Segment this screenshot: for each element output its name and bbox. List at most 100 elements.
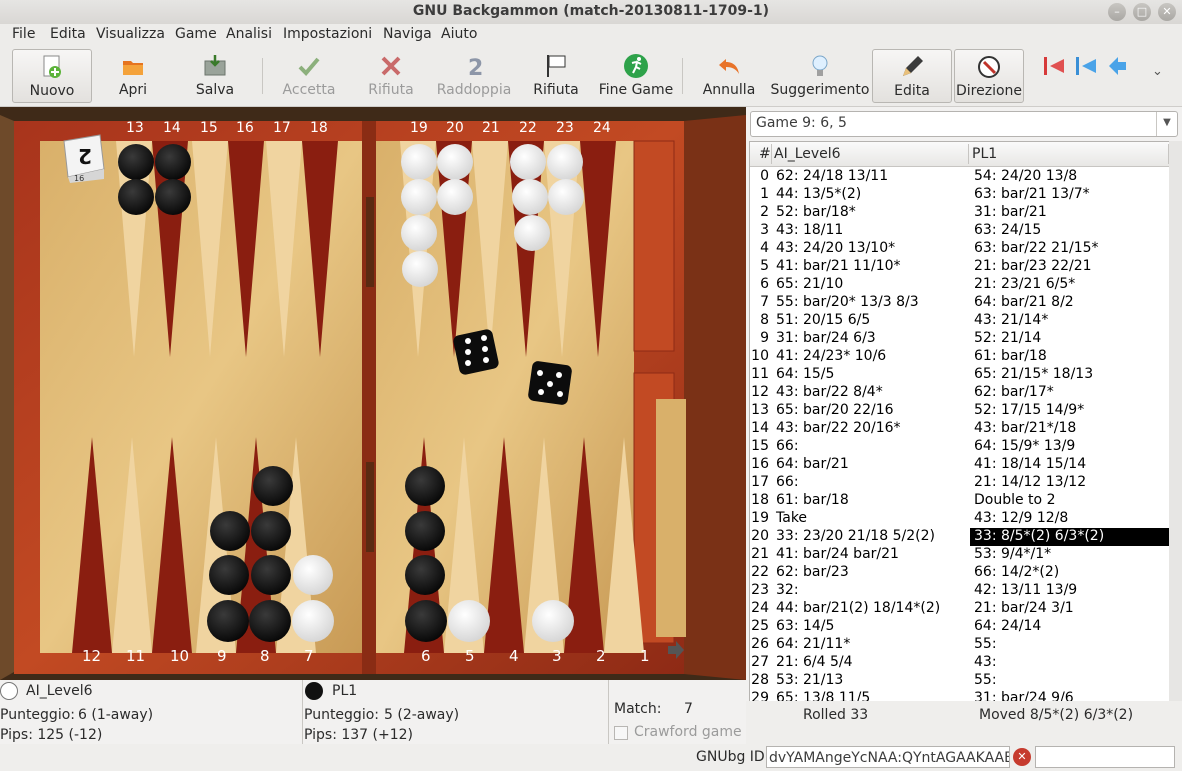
backgammon-board[interactable]: 2 16 13 14 15 16 17 18 19 20 21 22 23 24… [0,107,746,680]
maximize-icon[interactable]: □ [1133,3,1151,21]
player1-move[interactable]: 43: 24/20 13/10* [776,240,895,256]
player2-move[interactable]: 55: [970,636,1170,654]
player2-move[interactable]: 63: bar/21 13/7* [970,186,1170,204]
player1-move[interactable]: 64: 15/5 [776,366,834,382]
column-header-player2[interactable]: PL1 [972,146,997,162]
rifiuta-flag-button[interactable]: Rifiuta [526,49,586,101]
menu-analisi[interactable]: Analisi [226,26,272,42]
scrollbar[interactable] [1169,141,1182,701]
table-row[interactable]: 0 62: 24/18 13/11 54: 24/20 13/8 [750,168,1170,186]
player1-move[interactable]: 66: [776,438,799,454]
table-row[interactable]: 12 43: bar/22 8/4* 62: bar/17* [750,384,1170,402]
player2-move[interactable]: Double to 2 [970,492,1170,510]
table-row[interactable]: 24 44: bar/21(2) 18/14*(2) 21: bar/24 3/1 [750,600,1170,618]
player2-move[interactable]: 52: 17/15 14/9* [970,402,1170,420]
column-header-number[interactable]: # [759,146,771,162]
player2-move[interactable]: 21: bar/23 22/21 [970,258,1170,276]
player2-move[interactable]: 63: 24/15 [970,222,1170,240]
player1-move[interactable]: 21: 6/4 5/4 [776,654,853,670]
annulla-button[interactable]: Annulla [696,49,762,101]
player2-move[interactable]: 43: 12/9 12/8 [970,510,1170,528]
table-row[interactable]: 9 31: bar/24 6/3 52: 21/14 [750,330,1170,348]
player2-move[interactable]: 54: 24/20 13/8 [970,168,1170,186]
game-selector[interactable]: Game 9: 6, 5 ▼ [750,111,1178,137]
table-row[interactable]: 13 65: bar/20 22/16 52: 17/15 14/9* [750,402,1170,420]
player2-move[interactable]: 66: 14/2*(2) [970,564,1170,582]
table-row[interactable]: 5 41: bar/21 11/10* 21: bar/23 22/21 [750,258,1170,276]
player1-move[interactable]: 65: 21/10 [776,276,843,292]
player1-move[interactable]: 41: bar/21 11/10* [776,258,901,274]
crawford-checkbox[interactable] [614,726,628,740]
table-row[interactable]: 8 51: 20/15 6/5 43: 21/14* [750,312,1170,330]
player2-move[interactable]: 64: bar/21 8/2 [970,294,1170,312]
previous-move-icon[interactable] [1106,54,1130,78]
table-row[interactable]: 16 64: bar/21 41: 18/14 15/14 [750,456,1170,474]
player2-move[interactable]: 55: [970,672,1170,690]
player2-move[interactable]: 33: 8/5*(2) 6/3*(2) [970,528,1170,546]
player2-move[interactable]: 21: 23/21 6/5* [970,276,1170,294]
table-row[interactable]: 4 43: 24/20 13/10* 63: bar/22 21/15* [750,240,1170,258]
menu-visualizza[interactable]: Visualizza [96,26,165,42]
nuovo-button[interactable]: Nuovo [12,49,92,103]
player1-move[interactable]: 44: 13/5*(2) [776,186,861,202]
player1-move[interactable]: 43: 18/11 [776,222,843,238]
column-header-player1[interactable]: AI_Level6 [774,146,841,162]
menu-impostazioni[interactable]: Impostazioni [283,26,372,42]
player1-move[interactable]: 64: bar/21 [776,456,849,472]
table-row[interactable]: 17 66: 21: 14/12 13/12 [750,474,1170,492]
player2-move[interactable]: 31: bar/21 [970,204,1170,222]
player1-move[interactable]: 41: 24/23* 10/6 [776,348,886,364]
player1-move[interactable]: 53: 21/13 [776,672,843,688]
player2-move[interactable]: 65: 21/15* 18/13 [970,366,1170,384]
player2-move[interactable]: 43: [970,654,1170,672]
player1-move[interactable]: 41: bar/24 bar/21 [776,546,899,562]
table-row[interactable]: 3 43: 18/11 63: 24/15 [750,222,1170,240]
move-list[interactable]: # AI_Level6 PL1 0 62: 24/18 13/11 54: 24/2… [749,141,1171,703]
table-row[interactable]: 15 66: 64: 15/9* 13/9 [750,438,1170,456]
table-row[interactable]: 10 41: 24/23* 10/6 61: bar/18 [750,348,1170,366]
player1-move[interactable]: 65: bar/20 22/16 [776,402,894,418]
apri-button[interactable]: Apri [100,49,166,101]
player2-move[interactable]: 43: bar/21*/18 [970,420,1170,438]
player1-move[interactable]: 33: 23/20 21/18 5/2(2) [776,528,935,544]
gnubg-id-extra-field[interactable] [1035,746,1175,768]
clear-icon[interactable]: ✕ [1013,748,1031,766]
minimize-icon[interactable]: – [1108,3,1126,21]
player1-move[interactable]: 51: 20/15 6/5 [776,312,870,328]
player1-move[interactable]: 62: bar/23 [776,564,849,580]
player2-move[interactable]: 63: bar/22 21/15* [970,240,1170,258]
rifiuta-button[interactable]: Rifiuta [358,49,424,101]
player2-move[interactable]: 21: bar/24 3/1 [970,600,1170,618]
player2-move[interactable]: 64: 24/14 [970,618,1170,636]
player2-move[interactable]: 52: 21/14 [970,330,1170,348]
table-row[interactable]: 14 43: bar/22 20/16* 43: bar/21*/18 [750,420,1170,438]
player1-move[interactable]: Take [776,510,807,526]
table-row[interactable]: 18 61: bar/18 Double to 2 [750,492,1170,510]
first-game-icon[interactable] [1042,54,1066,78]
player1-move[interactable]: 43: bar/22 8/4* [776,384,883,400]
table-row[interactable]: 27 21: 6/4 5/4 43: [750,654,1170,672]
raddoppia-button[interactable]: 2 Raddoppia [436,49,512,101]
player2-move[interactable]: 64: 15/9* 13/9 [970,438,1170,456]
player1-move[interactable]: 52: bar/18* [776,204,856,220]
table-row[interactable]: 19 Take 43: 12/9 12/8 [750,510,1170,528]
player2-move[interactable]: 62: bar/17* [970,384,1170,402]
table-row[interactable]: 2 52: bar/18* 31: bar/21 [750,204,1170,222]
player1-move[interactable]: 32: [776,582,799,598]
table-row[interactable]: 6 65: 21/10 21: 23/21 6/5* [750,276,1170,294]
player1-move[interactable]: 44: bar/21(2) 18/14*(2) [776,600,940,616]
chevron-down-icon[interactable]: ▼ [1156,112,1177,136]
player1-move[interactable]: 63: 14/5 [776,618,834,634]
menu-aiuto[interactable]: Aiuto [441,26,477,42]
player1-move[interactable]: 66: [776,474,799,490]
table-row[interactable]: 1 44: 13/5*(2) 63: bar/21 13/7* [750,186,1170,204]
gnubg-id-field[interactable]: dvYAMAngeYcNAA:QYntAGAAKAAE [766,746,1010,768]
table-row[interactable]: 7 55: bar/20* 13/3 8/3 64: bar/21 8/2 [750,294,1170,312]
player2-move[interactable]: 21: 14/12 13/12 [970,474,1170,492]
player2-move[interactable]: 42: 13/11 13/9 [970,582,1170,600]
direzione-button[interactable]: Direzione [954,49,1024,103]
menu-naviga[interactable]: Naviga [383,26,432,42]
fine-game-button[interactable]: Fine Game [598,49,674,101]
edita-button[interactable]: Edita [872,49,952,103]
player2-move[interactable]: 61: bar/18 [970,348,1170,366]
